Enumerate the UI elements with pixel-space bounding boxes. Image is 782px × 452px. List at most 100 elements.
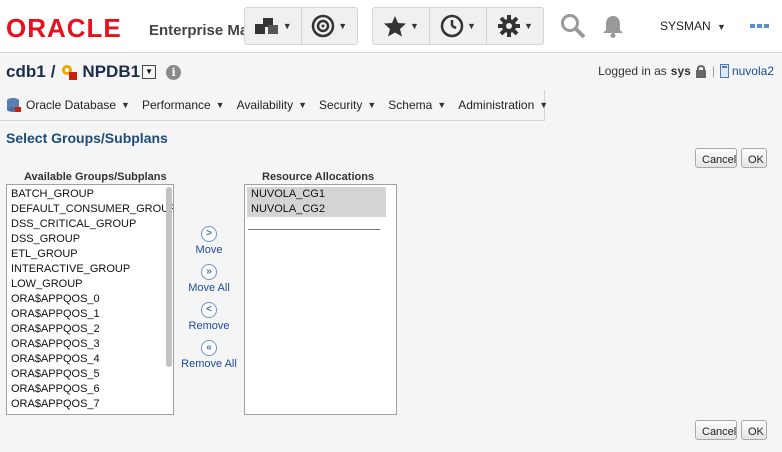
menu-label: Schema <box>388 98 433 112</box>
chevron-down-icon: ▼ <box>338 21 348 31</box>
list-item[interactable]: ORA$APPQOS_4 <box>7 352 173 367</box>
logged-in-as-label: Logged in as <box>598 64 667 78</box>
list-item[interactable]: ORA$APPQOS_3 <box>7 337 173 352</box>
login-separator: | <box>711 64 715 78</box>
list-item[interactable]: ORA$APPQOS_1 <box>7 307 173 322</box>
menu-label: Availability <box>236 98 294 112</box>
pdb-name: NPDB1 <box>82 62 141 81</box>
ok-button-bottom[interactable]: OK <box>741 420 767 440</box>
more-menu[interactable] <box>750 0 770 52</box>
page-title: Select Groups/Subplans <box>6 130 168 146</box>
menu-availability[interactable]: Availability ▼ <box>237 98 307 112</box>
list-item[interactable]: ORA$APPQOS_6 <box>7 382 173 397</box>
chevron-left-icon: < <box>201 302 217 318</box>
oracle-logo: ORACLE <box>6 13 122 43</box>
remove-button[interactable]: < Remove <box>179 302 239 332</box>
chevron-down-icon: ▼ <box>298 100 307 110</box>
list-item[interactable]: LOW_GROUP <box>7 277 173 292</box>
star-icon <box>384 16 407 37</box>
favorites-menu-button[interactable]: ▼ <box>373 8 430 44</box>
list-item[interactable]: DEFAULT_CONSUMER_GROUP <box>7 202 173 217</box>
list-scrollbar[interactable] <box>166 187 172 367</box>
history-menu-button[interactable]: ▼ <box>430 8 487 44</box>
remove-label: Remove <box>188 320 230 332</box>
gear-icon <box>498 15 521 37</box>
monitoring-menu-button[interactable]: ▼ <box>302 8 358 44</box>
list-item[interactable]: BATCH_GROUP <box>7 187 173 202</box>
move-all-button[interactable]: » Move All <box>179 264 239 294</box>
double-chevron-right-icon: » <box>201 264 217 280</box>
targets-icon <box>254 18 278 34</box>
global-header: ORACLE Enterprise Manager Cloud Control … <box>0 0 782 53</box>
list-item[interactable]: ORA$APPQOS_2 <box>7 322 173 337</box>
cancel-button-top[interactable]: Cancel <box>695 148 737 168</box>
chevron-down-icon: ▼ <box>717 22 726 32</box>
clock-icon <box>440 14 464 38</box>
menu-administration[interactable]: Administration ▼ <box>458 98 548 112</box>
host-link[interactable]: nuvola2 <box>732 64 774 78</box>
target-menu-bar: Oracle Database ▼ Performance ▼ Availabi… <box>0 90 548 121</box>
chevron-down-icon: ▼ <box>437 100 447 110</box>
chevron-down-icon: ▼ <box>410 21 419 31</box>
chevron-down-icon: ▼ <box>282 21 292 31</box>
login-info: Logged in as sys | nuvola2 <box>598 64 774 78</box>
list-item[interactable]: ORA$APPQOS_7 <box>7 397 173 412</box>
chevron-down-icon: ▼ <box>524 21 533 31</box>
list-item[interactable]: INTERACTIVE_GROUP <box>7 262 173 277</box>
page-target-title: cdb1 / NPDB1 ▼ i <box>6 62 182 82</box>
target-circle-icon <box>312 14 335 38</box>
pdb-menu-dropdown[interactable]: ▼ <box>142 65 157 79</box>
menu-label: Oracle Database <box>26 98 117 112</box>
list-item[interactable]: ORA$APPQOS_5 <box>7 367 173 382</box>
targets-toolbar-group: ▼ ▼ <box>244 7 358 45</box>
user-name: SYSMAN <box>660 19 711 33</box>
menu-label: Administration <box>458 98 535 112</box>
notifications-tool[interactable] <box>602 0 624 52</box>
list-item[interactable]: NUVOLA_CG2 <box>247 202 386 217</box>
move-button[interactable]: > Move <box>179 226 239 256</box>
lock-icon <box>695 65 706 78</box>
remove-all-button[interactable]: « Remove All <box>179 340 239 370</box>
list-divider <box>248 229 380 230</box>
bell-icon <box>603 16 623 38</box>
more-dots-icon <box>750 24 769 28</box>
chevron-down-icon: ▼ <box>539 100 549 110</box>
chevron-down-icon: ▼ <box>467 21 476 31</box>
available-list-label: Available Groups/Subplans <box>24 171 167 183</box>
list-item[interactable]: ETL_GROUP <box>7 247 173 262</box>
product-name: Enterprise Manager Cloud Control <box>149 22 259 39</box>
remove-all-label: Remove All <box>181 358 237 370</box>
list-item[interactable]: DSS_CRITICAL_GROUP <box>7 217 173 232</box>
available-groups-list[interactable]: BATCH_GROUP DEFAULT_CONSUMER_GROUP DSS_C… <box>6 184 174 415</box>
menu-oracle-database[interactable]: Oracle Database ▼ <box>6 97 130 113</box>
move-label: Move <box>195 244 223 256</box>
user-menu[interactable]: SYSMAN ▼ <box>660 19 726 33</box>
host-icon <box>719 64 729 78</box>
chevron-down-icon: ▼ <box>367 100 377 110</box>
database-icon <box>7 98 21 112</box>
cdb-link[interactable]: cdb1 <box>6 62 46 82</box>
logged-in-user: sys <box>670 64 691 78</box>
list-item[interactable]: ORA$APPQOS_0 <box>7 292 173 307</box>
allocations-list-label: Resource Allocations <box>262 171 375 183</box>
resource-allocations-list[interactable]: NUVOLA_CG1 NUVOLA_CG2 <box>244 184 397 415</box>
menu-schema[interactable]: Schema ▼ <box>388 98 446 112</box>
chevron-right-icon: > <box>201 226 217 242</box>
targets-menu-button[interactable]: ▼ <box>245 8 302 44</box>
menu-performance[interactable]: Performance ▼ <box>142 98 225 112</box>
quick-tools-group: ▼ ▼ ▼ <box>372 7 544 45</box>
info-icon[interactable]: i <box>166 64 182 80</box>
ok-button-top[interactable]: OK <box>741 148 767 168</box>
menu-label: Security <box>319 98 363 112</box>
chevron-down-icon: ▼ <box>215 100 225 110</box>
search-icon <box>561 14 586 39</box>
menu-security[interactable]: Security ▼ <box>319 98 376 112</box>
cancel-button-bottom[interactable]: Cancel <box>695 420 737 440</box>
search-tool[interactable] <box>560 0 586 52</box>
setup-menu-button[interactable]: ▼ <box>487 8 543 44</box>
list-item[interactable]: NUVOLA_CG1 <box>247 187 386 202</box>
list-item[interactable]: DSS_GROUP <box>7 232 173 247</box>
move-all-label: Move All <box>188 282 230 294</box>
pluggable-db-icon <box>62 65 78 80</box>
breadcrumb-separator: / <box>50 62 56 81</box>
